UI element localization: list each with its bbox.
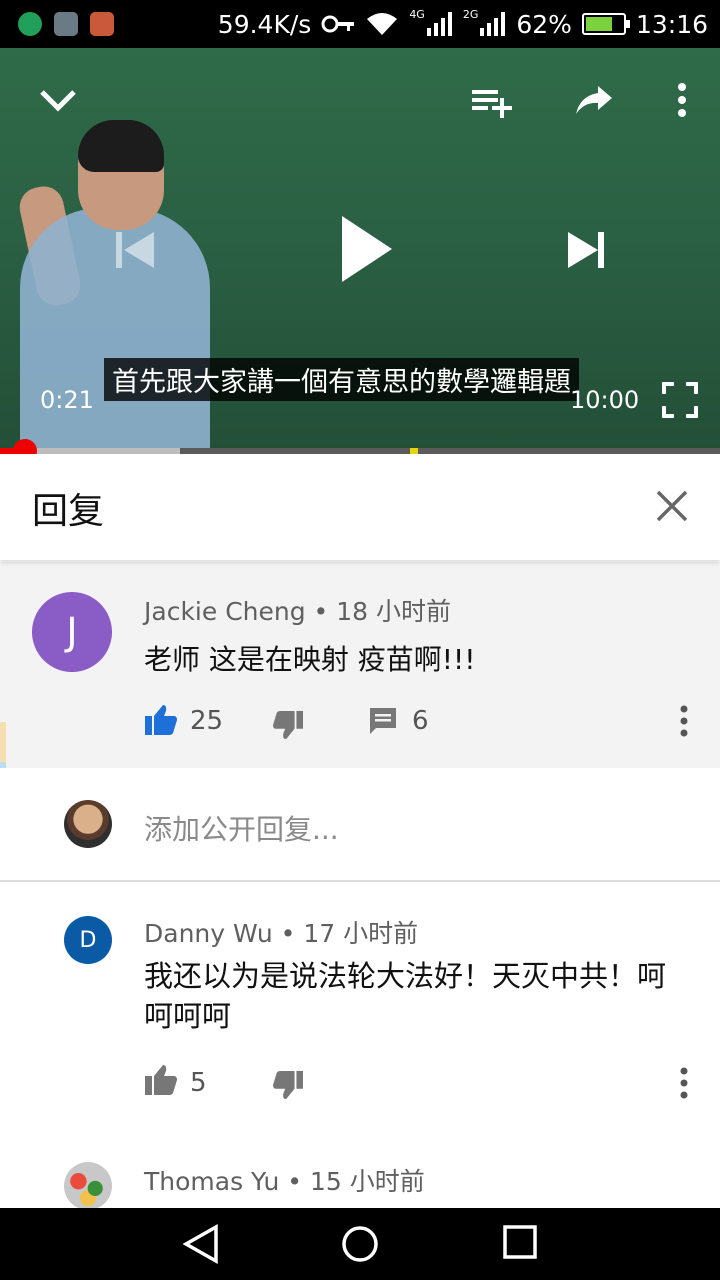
comment-time: 17 小时前 [303,919,419,948]
next-icon[interactable] [564,230,608,270]
meta-separator: • [287,1167,310,1196]
network-4g-label: 4G [409,7,425,21]
app-notification-icon [90,12,114,36]
add-reply-input[interactable]: 添加公开回复... [144,808,339,848]
fullscreen-icon[interactable] [662,382,698,418]
avatar[interactable]: J [32,592,112,672]
video-frame-figure [78,120,164,172]
status-bar: 59.4K/s 4G 2G 62% 13:16 [0,0,720,48]
gallery-notification-icon [54,12,78,36]
main-comment: J Jackie Cheng • 18 小时前 老师 这是在映射 疫苗啊!!! … [0,562,720,768]
network-speed: 59.4K/s [217,9,312,39]
comment-author[interactable]: Jackie Cheng [144,597,306,626]
key-icon [321,15,355,33]
recents-icon[interactable] [502,1224,538,1260]
video-player[interactable]: 首先跟大家講一個有意思的數學邏輯題 0:21 10:00 [0,48,720,450]
thumb-up-icon[interactable] [144,1064,178,1096]
thumb-down-icon[interactable] [272,1070,304,1100]
app-notification-icon [18,12,42,36]
comment-meta: Thomas Yu • 15 小时前 [144,1162,425,1198]
comment-time: 18 小时前 [336,597,452,626]
comment-author[interactable]: Thomas Yu [144,1167,279,1196]
thumb-down-icon[interactable] [272,710,304,740]
avatar[interactable]: D [64,916,112,964]
back-icon[interactable] [182,1224,220,1264]
comment-text: 老师 这是在映射 疫苗啊!!! [144,643,476,676]
more-vert-icon[interactable] [674,704,694,738]
comment-text: 我还以为是说法轮大法好！天灭中共！呵呵呵呵 [144,959,667,1033]
reply-count: 6 [412,706,429,736]
collapse-chevron-icon[interactable] [36,78,80,122]
comment-meta: Jackie Cheng • 18 小时前 [144,592,451,628]
total-time: 10:00 [570,386,640,414]
home-icon[interactable] [340,1224,380,1264]
more-vert-icon[interactable] [674,1066,694,1100]
clock: 13:16 [635,9,708,39]
meta-separator: • [313,597,337,626]
like-count: 5 [190,1068,207,1098]
like-count: 25 [190,706,224,736]
reply-comment: Thomas Yu • 15 小时前 [0,1144,720,1208]
notification-icons [18,12,114,36]
avatar[interactable] [64,1162,112,1208]
signal-icon [426,12,452,36]
comment-actions: 25 6 [144,700,704,744]
network-2g-label: 2G [462,7,479,21]
wifi-icon [367,13,398,35]
more-vert-icon[interactable] [668,82,696,118]
battery-percent: 62% [516,9,572,39]
edge-color-strip [0,722,6,762]
battery-icon [581,13,630,35]
comment-meta: Danny Wu • 17 小时前 [144,914,418,950]
play-icon[interactable] [336,214,396,284]
system-navigation-bar [0,1208,720,1280]
previous-icon[interactable] [114,230,158,270]
thumb-up-icon[interactable] [144,704,178,736]
comment-author[interactable]: Danny Wu [144,919,273,948]
status-indicators: 59.4K/s 4G 2G 62% 13:16 [218,0,708,48]
meta-separator: • [280,919,304,948]
avatar [64,800,112,848]
comment-icon[interactable] [368,706,398,736]
reply-panel-header: 回复 [0,454,720,560]
comment-time: 15 小时前 [309,1167,425,1196]
reply-panel-title: 回复 [32,491,105,532]
current-time: 0:21 [40,386,94,414]
video-caption: 首先跟大家講一個有意思的數學邏輯題 [104,358,579,401]
share-icon[interactable] [574,82,614,118]
reply-comment: D Danny Wu • 17 小时前 我还以为是说法轮大法好！天灭中共！呵呵呵… [0,884,720,1144]
add-reply-row[interactable]: 添加公开回复... [0,768,720,882]
close-icon[interactable] [654,488,690,524]
add-to-queue-icon[interactable] [470,84,514,120]
signal-icon [480,12,506,36]
